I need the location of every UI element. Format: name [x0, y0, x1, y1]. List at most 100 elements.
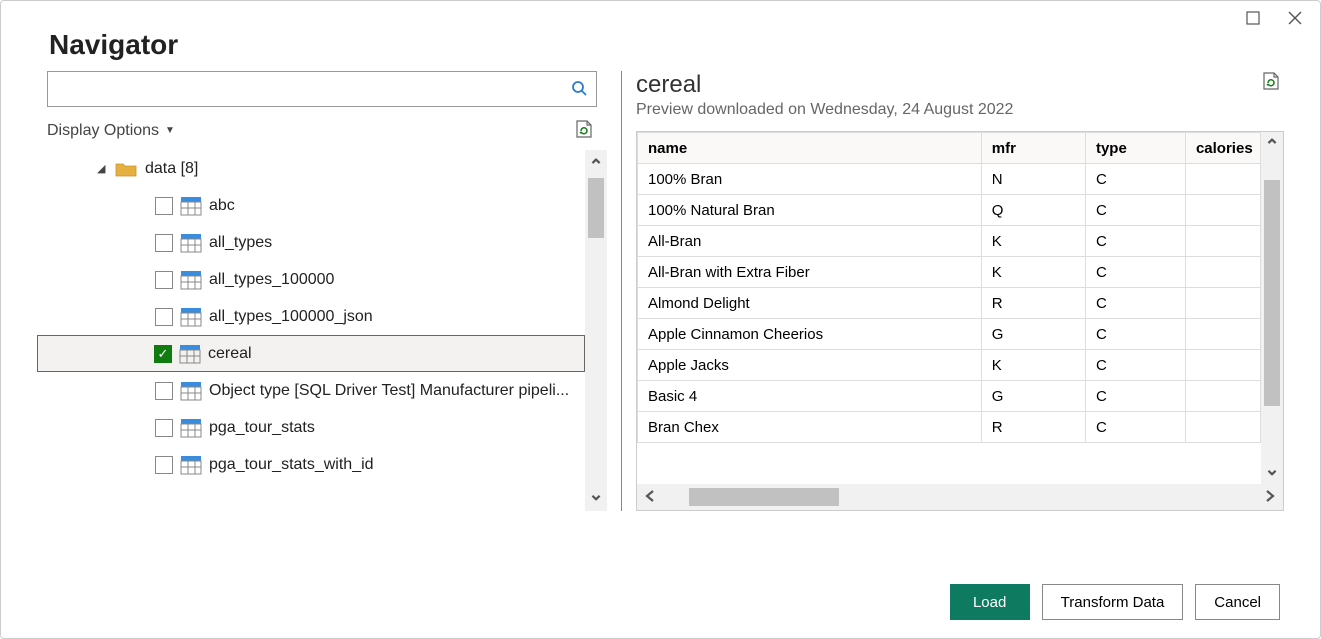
scroll-right-icon[interactable] [1263, 487, 1277, 508]
tree-item-label: abc [209, 197, 235, 215]
tree-folder-root[interactable]: ◢ data [8] [37, 150, 585, 187]
scroll-down-icon[interactable]: ⌄ [588, 484, 603, 505]
scrollbar-thumb[interactable] [1264, 180, 1280, 406]
table-cell: K [981, 226, 1085, 257]
tree-item[interactable]: pga_tour_stats [37, 409, 585, 446]
checkbox[interactable] [155, 382, 173, 400]
table-cell: Apple Jacks [638, 350, 982, 381]
table-cell [1185, 412, 1260, 443]
table-cell [1185, 257, 1260, 288]
tree-vertical-scrollbar[interactable]: ⌃ ⌄ [585, 150, 607, 511]
close-icon[interactable] [1286, 9, 1304, 27]
table-cell: C [1085, 381, 1185, 412]
table-cell: C [1085, 288, 1185, 319]
column-header[interactable]: type [1085, 133, 1185, 164]
table-icon [181, 382, 201, 400]
tree-item[interactable]: all_types [37, 224, 585, 261]
table-cell [1185, 226, 1260, 257]
column-header[interactable]: calories [1185, 133, 1260, 164]
scroll-down-icon[interactable]: ⌄ [1264, 459, 1279, 480]
column-header[interactable]: mfr [981, 133, 1085, 164]
cancel-button-label: Cancel [1214, 594, 1261, 611]
table-row[interactable]: Basic 4GC [638, 381, 1261, 412]
load-button[interactable]: Load [950, 584, 1030, 620]
table-row[interactable]: 100% Natural BranQC [638, 195, 1261, 226]
table-row[interactable]: Apple JacksKC [638, 350, 1261, 381]
table-cell: Apple Cinnamon Cheerios [638, 319, 982, 350]
search-icon[interactable] [570, 79, 588, 100]
transform-data-button[interactable]: Transform Data [1042, 584, 1184, 620]
checkbox[interactable]: ✓ [154, 345, 172, 363]
tree-item[interactable]: abc [37, 187, 585, 224]
table-icon [181, 308, 201, 326]
scrollbar-thumb[interactable] [588, 178, 604, 238]
table-cell: 100% Bran [638, 164, 982, 195]
tree-item[interactable]: all_types_100000 [37, 261, 585, 298]
transform-button-label: Transform Data [1061, 594, 1165, 611]
tree-item[interactable]: all_types_100000_json [37, 298, 585, 335]
search-input[interactable] [56, 81, 570, 97]
table-row[interactable]: All-Bran with Extra FiberKC [638, 257, 1261, 288]
table-cell: K [981, 257, 1085, 288]
cancel-button[interactable]: Cancel [1195, 584, 1280, 620]
checkbox[interactable] [155, 271, 173, 289]
table-cell: All-Bran [638, 226, 982, 257]
table-row[interactable]: Bran ChexRC [638, 412, 1261, 443]
refresh-file-icon[interactable] [575, 119, 593, 142]
grid-horizontal-scrollbar[interactable] [637, 484, 1283, 510]
caret-down-icon[interactable]: ◢ [97, 162, 107, 175]
display-options-label: Display Options [47, 122, 159, 140]
table-row[interactable]: All-BranKC [638, 226, 1261, 257]
table-cell [1185, 195, 1260, 226]
table-icon [181, 271, 201, 289]
scrollbar-thumb[interactable] [689, 488, 839, 506]
table-cell: R [981, 288, 1085, 319]
tree-body: ◢ data [8] abc all_types all_types_100000a… [37, 150, 585, 511]
scroll-left-icon[interactable] [643, 487, 657, 508]
table-row[interactable]: Almond DelightRC [638, 288, 1261, 319]
table-cell [1185, 381, 1260, 412]
table-cell: C [1085, 226, 1185, 257]
table-cell [1185, 350, 1260, 381]
table-cell: C [1085, 195, 1185, 226]
table-row[interactable]: 100% BranNC [638, 164, 1261, 195]
checkbox[interactable] [155, 197, 173, 215]
tree-item-label: all_types_100000 [209, 271, 334, 289]
preview-pane: cereal Preview downloaded on Wednesday, … [636, 71, 1284, 511]
table-icon [180, 345, 200, 363]
checkbox[interactable] [155, 419, 173, 437]
table-cell: C [1085, 412, 1185, 443]
page-title: Navigator [49, 29, 1272, 61]
chevron-down-icon: ▼ [165, 125, 175, 136]
refresh-preview-icon[interactable] [1262, 71, 1280, 94]
table-cell: K [981, 350, 1085, 381]
table-cell: C [1085, 257, 1185, 288]
search-input-wrapper[interactable] [47, 71, 597, 107]
column-header[interactable]: name [638, 133, 982, 164]
table-cell: R [981, 412, 1085, 443]
table-cell: G [981, 381, 1085, 412]
table-row[interactable]: Apple Cinnamon CheeriosGC [638, 319, 1261, 350]
checkbox[interactable] [155, 234, 173, 252]
vertical-divider [621, 71, 622, 511]
tree-root-label: data [8] [145, 160, 198, 178]
preview-grid: namemfrtypecalories 100% BranNC100% Natu… [636, 131, 1284, 511]
checkbox[interactable] [155, 308, 173, 326]
folder-icon [115, 160, 137, 178]
checkbox[interactable] [155, 456, 173, 474]
scroll-up-icon[interactable]: ⌃ [588, 156, 603, 177]
maximize-icon[interactable] [1244, 9, 1262, 27]
table-cell: Basic 4 [638, 381, 982, 412]
grid-vertical-scrollbar[interactable]: ⌃ ⌄ [1261, 132, 1283, 484]
table-icon [181, 456, 201, 474]
scroll-up-icon[interactable]: ⌃ [1264, 136, 1279, 157]
table-cell: C [1085, 164, 1185, 195]
tree-item[interactable]: ✓ cereal [37, 335, 585, 372]
tree-item[interactable]: Object type [SQL Driver Test] Manufactur… [37, 372, 585, 409]
table-cell [1185, 288, 1260, 319]
tree-item-label: cereal [208, 345, 252, 363]
display-options-dropdown[interactable]: Display Options ▼ [47, 122, 175, 140]
preview-subtitle: Preview downloaded on Wednesday, 24 Augu… [636, 101, 1013, 119]
tree-item[interactable]: pga_tour_stats_with_id [37, 446, 585, 483]
table-icon [181, 197, 201, 215]
